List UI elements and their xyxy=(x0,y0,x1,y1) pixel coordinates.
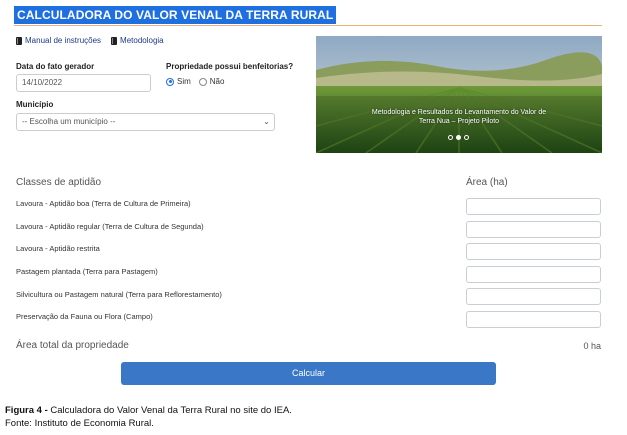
area-input[interactable] xyxy=(466,266,601,283)
doc-links: Manual de instruções Metodologia xyxy=(16,36,164,45)
figure-label: Figura 4 - xyxy=(5,405,48,416)
total-area-label: Área total da propriedade xyxy=(16,340,129,351)
row-label: Lavoura - Aptidão restrita xyxy=(16,244,100,253)
row-label: Preservação da Fauna ou Flora (Campo) xyxy=(16,312,153,321)
improvements-radio-group: Sim Não xyxy=(166,77,224,86)
title-divider xyxy=(14,25,602,26)
figure-caption: Figura 4 - Calculadora do Valor Venal da… xyxy=(5,404,292,430)
radio-unselected-icon xyxy=(198,77,207,86)
manual-link-label: Manual de instruções xyxy=(25,36,102,45)
methodology-link-label: Metodologia xyxy=(120,36,164,45)
radio-sim-label: Sim xyxy=(177,77,191,86)
carousel-dot-active[interactable] xyxy=(456,135,461,140)
classes-header: Classes de aptidão xyxy=(16,177,102,188)
row-label: Silvicultura ou Pastagem natural (Terra … xyxy=(16,290,222,299)
carousel[interactable]: Metodologia e Resultados do Levantamento… xyxy=(316,36,602,153)
carousel-caption-line1: Metodologia e Resultados do Levantamento… xyxy=(371,109,547,116)
page-title: CALCULADORA DO VALOR VENAL DA TERRA RURA… xyxy=(14,6,337,24)
improvements-label: Propriedade possui benfeitorias? xyxy=(166,62,294,71)
area-input[interactable] xyxy=(466,243,601,260)
municipality-label: Município xyxy=(16,100,54,109)
manual-link[interactable]: Manual de instruções xyxy=(16,36,101,45)
row-label: Lavoura - Aptidão regular (Terra de Cult… xyxy=(16,222,204,231)
radio-sim[interactable]: Sim xyxy=(166,77,191,86)
date-label: Data do fato gerador xyxy=(16,62,95,71)
methodology-link[interactable]: Metodologia xyxy=(111,36,164,45)
date-field[interactable]: 14/10/2022 xyxy=(16,74,151,92)
area-input[interactable] xyxy=(466,221,601,238)
radio-nao[interactable]: Não xyxy=(198,77,225,86)
chevron-down-icon: ⌄ xyxy=(263,117,270,126)
area-header: Área (ha) xyxy=(466,177,508,188)
figure-source: Fonte: Instituto de Economia Rural. xyxy=(5,418,154,429)
total-area-value: 0 ha xyxy=(583,341,601,351)
carousel-dot[interactable] xyxy=(464,135,469,140)
carousel-indicators xyxy=(448,135,469,140)
area-input[interactable] xyxy=(466,198,601,215)
area-input[interactable] xyxy=(466,311,601,328)
row-label: Lavoura - Aptidão boa (Terra de Cultura … xyxy=(16,199,191,208)
figure-text: Calculadora do Valor Venal da Terra Rura… xyxy=(50,405,292,416)
radio-nao-label: Não xyxy=(209,77,225,86)
book-icon xyxy=(111,36,118,45)
carousel-dot[interactable] xyxy=(448,135,453,140)
calculate-button[interactable]: Calcular xyxy=(121,362,496,385)
municipality-select-value: -- Escolha um município -- xyxy=(22,117,116,126)
book-icon xyxy=(16,36,22,45)
carousel-caption-line2: Terra Nua – Projeto Piloto xyxy=(418,118,500,125)
area-input[interactable] xyxy=(466,288,601,305)
radio-selected-icon xyxy=(166,77,174,86)
municipality-select[interactable]: -- Escolha um município -- ⌄ xyxy=(16,113,275,131)
row-label: Pastagem plantada (Terra para Pastagem) xyxy=(16,267,158,276)
